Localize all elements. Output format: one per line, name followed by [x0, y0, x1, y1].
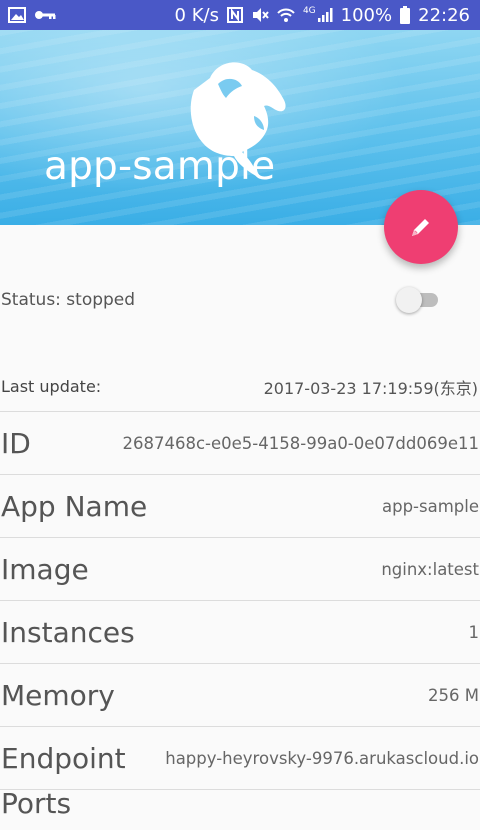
last-update-row: Last update: 2017-03-23 17:19:59(东京): [0, 362, 480, 412]
clock: 22:26: [418, 4, 470, 26]
detail-label: Memory: [1, 679, 115, 712]
nfc-icon: [226, 6, 243, 24]
detail-row-id: ID 2687468c-e0e5-4158-99a0-0e07dd069e11: [0, 413, 480, 475]
network-type: 4G: [302, 6, 316, 16]
detail-label: Ports: [1, 790, 72, 820]
detail-value: 256 M: [428, 686, 479, 705]
detail-label: Instances: [1, 616, 135, 649]
status-bar-right: 0 K/s 4G 100% 22:26: [175, 5, 470, 26]
app-title: app-sample: [44, 144, 276, 189]
network-speed: 0 K/s: [174, 4, 219, 26]
mobile-signal-icon: 4G: [303, 6, 333, 24]
pencil-icon: [412, 219, 429, 236]
detail-label: Endpoint: [1, 742, 126, 775]
mute-icon: [251, 6, 269, 24]
status-label: Status: stopped: [1, 290, 136, 310]
detail-row-endpoint: Endpoint happy-heyrovsky-9976.arukasclou…: [0, 728, 480, 790]
edit-fab-button[interactable]: [384, 190, 458, 264]
detail-row-instances: Instances 1: [0, 602, 480, 664]
status-bar-left: [8, 6, 56, 24]
detail-value: happy-heyrovsky-9976.arukascloud.io: [165, 749, 479, 768]
detail-value: nginx:latest: [381, 560, 479, 579]
key-icon: [34, 6, 56, 24]
last-update-value: 2017-03-23 17:19:59(东京): [263, 378, 478, 398]
detail-label: Image: [1, 553, 89, 586]
status-bar: 0 K/s 4G 100% 22:26: [0, 0, 480, 30]
detail-value: app-sample: [381, 497, 479, 516]
toggle-thumb: [396, 287, 422, 313]
wifi-icon: [277, 6, 295, 24]
status-row: Status: stopped: [0, 270, 480, 330]
last-update-label: Last update:: [1, 377, 102, 396]
detail-row-ports-partial: Ports: [0, 790, 480, 830]
detail-row-image: Image nginx:latest: [0, 539, 480, 601]
detail-label: ID: [1, 427, 31, 460]
detail-row-memory: Memory 256 M: [0, 665, 480, 727]
run-toggle-switch[interactable]: [396, 286, 440, 314]
detail-value: 2687468c-e0e5-4158-99a0-0e07dd069e11: [122, 434, 480, 453]
gallery-notification-icon: [8, 6, 26, 24]
battery-percent: 100%: [340, 4, 393, 26]
detail-value: 1: [468, 623, 480, 642]
detail-row-app-name: App Name app-sample: [0, 476, 480, 538]
detail-label: App Name: [1, 490, 148, 523]
battery-icon: [400, 6, 411, 24]
